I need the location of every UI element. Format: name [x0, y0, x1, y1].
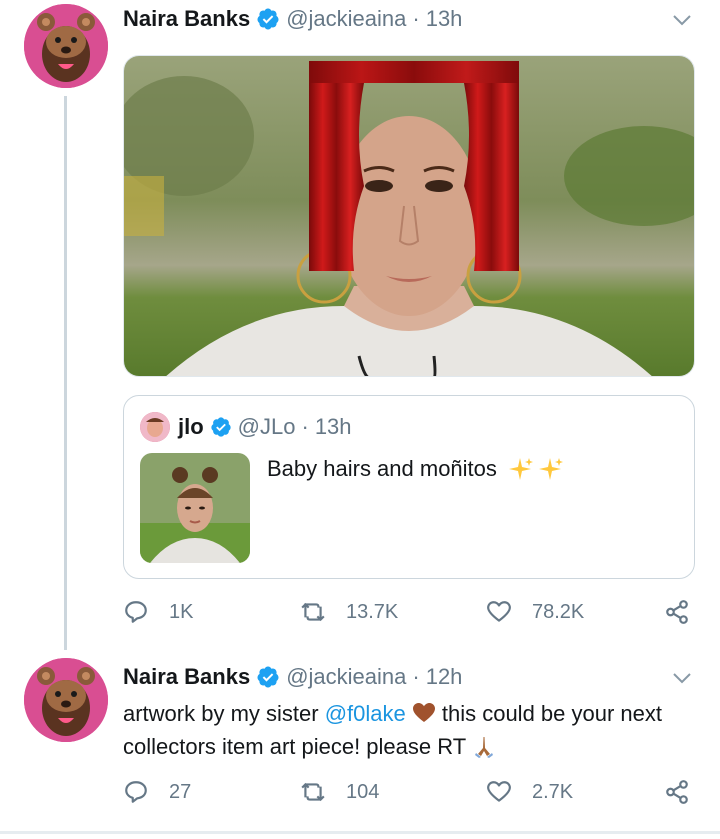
share-button[interactable] [664, 777, 690, 807]
handle[interactable]: @JLo [238, 414, 296, 440]
heart-icon [487, 601, 511, 622]
tweet-header: Naira Banks @jackieaina · 13h [123, 2, 462, 36]
retweet-icon [301, 782, 325, 802]
avatar[interactable] [24, 658, 108, 742]
avatar-image [24, 4, 108, 88]
retweet-button[interactable]: 104 [300, 777, 379, 807]
thread-line [64, 96, 67, 650]
timestamp[interactable]: 13h [315, 414, 352, 440]
like-button[interactable]: 2.7K [486, 777, 573, 807]
handle[interactable]: @jackieaina [286, 664, 406, 690]
brown-heart-emoji [412, 701, 436, 725]
quoted-tweet-thumbnail[interactable] [140, 453, 250, 563]
quoted-tweet-text-content: Baby hairs and moñitos [267, 456, 497, 481]
reply-button[interactable]: 27 [123, 777, 191, 807]
share-icon [666, 600, 688, 624]
share-button[interactable] [664, 597, 690, 627]
reply-icon [125, 601, 147, 623]
separator-dot: · [412, 664, 420, 689]
share-icon [666, 780, 688, 804]
sparkles-emoji [537, 456, 563, 482]
reply-count: 1K [169, 600, 194, 623]
display-name[interactable]: Naira Banks [123, 664, 250, 690]
reply-count: 27 [169, 780, 192, 803]
chevron-down-icon[interactable] [670, 666, 694, 690]
verified-badge-icon [256, 665, 280, 689]
verified-badge-icon [210, 416, 232, 438]
like-button[interactable]: 78.2K [486, 597, 584, 627]
handle[interactable]: @jackieaina [286, 6, 406, 32]
tweet-text: artwork by my sister @f0lake this could … [123, 697, 698, 763]
display-name[interactable]: jlo [178, 414, 204, 440]
retweet-button[interactable]: 13.7K [300, 597, 398, 627]
heart-icon [487, 781, 511, 802]
verified-badge-icon [256, 7, 280, 31]
separator-dot: · [301, 414, 309, 439]
praying-hands-emoji [472, 734, 496, 758]
chevron-down-icon[interactable] [670, 8, 694, 32]
separator-dot: · [412, 6, 420, 31]
like-count: 2.7K [532, 780, 574, 803]
like-count: 78.2K [532, 600, 585, 623]
quoted-tweet[interactable]: jlo @JLo · 13h Baby hairs and moñitos [123, 395, 695, 579]
timestamp[interactable]: 12h [426, 664, 463, 690]
avatar[interactable] [24, 4, 108, 88]
avatar[interactable] [140, 412, 170, 442]
tweet[interactable]: Naira Banks @jackieaina · 12h artwork by… [0, 650, 720, 839]
tweet-photo[interactable] [123, 55, 695, 377]
display-name[interactable]: Naira Banks [123, 6, 250, 32]
retweet-icon [301, 602, 325, 622]
tweet-divider [0, 831, 720, 834]
quoted-tweet-text: Baby hairs and moñitos [267, 456, 563, 482]
timestamp[interactable]: 13h [426, 6, 463, 32]
sparkles-emoji [507, 456, 533, 482]
reply-icon [125, 781, 147, 803]
tweet-actions: 27 104 2.7K [123, 777, 695, 807]
reply-button[interactable]: 1K [123, 597, 193, 627]
mention-link[interactable]: @f0lake [325, 701, 406, 726]
tweet-text-part: artwork by my sister [123, 701, 325, 726]
tweet-header: Naira Banks @jackieaina · 12h [123, 660, 462, 694]
retweet-count: 13.7K [346, 600, 399, 623]
avatar-image [24, 658, 108, 742]
photo-image [124, 56, 694, 376]
retweet-count: 104 [346, 780, 380, 803]
tweet-actions: 1K 13.7K 78.2K [123, 597, 695, 627]
tweet[interactable]: Naira Banks @jackieaina · 13h jlo @JLo ·… [0, 0, 720, 650]
quoted-tweet-header: jlo @JLo · 13h [140, 412, 352, 442]
